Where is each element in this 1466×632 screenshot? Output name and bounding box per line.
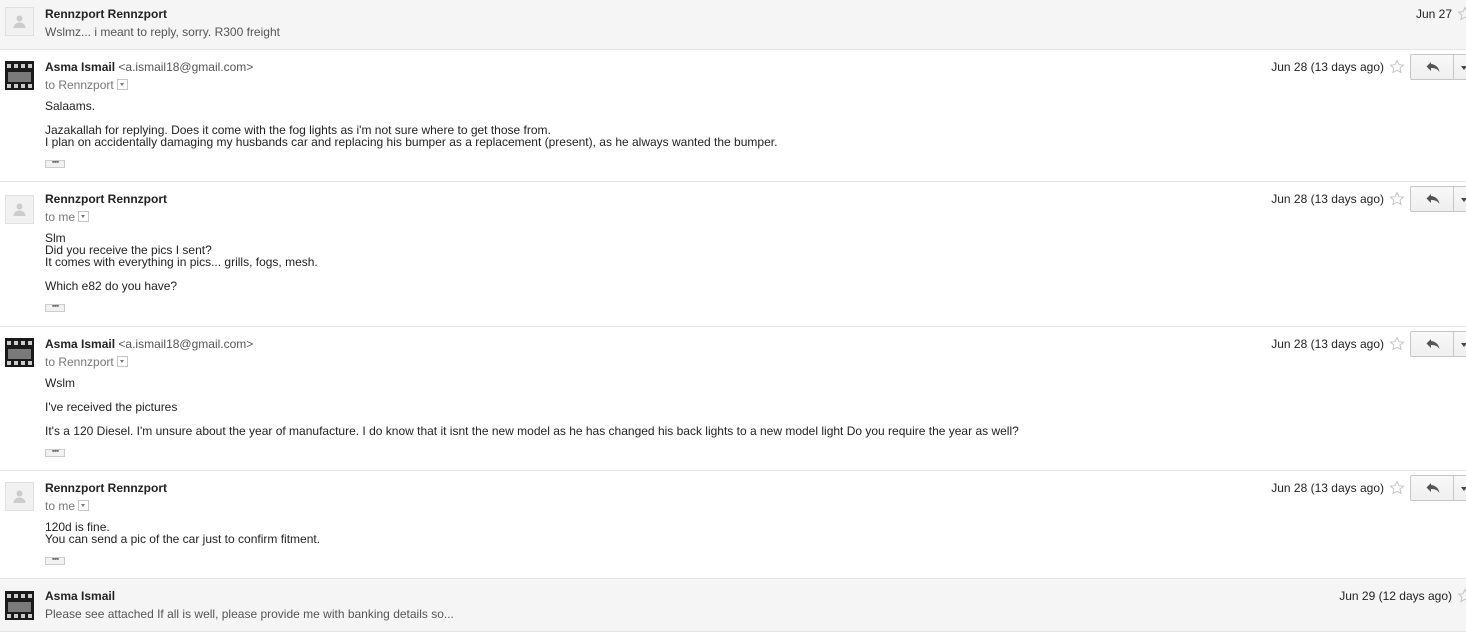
- avatar: [5, 7, 34, 36]
- recipient-line[interactable]: to me: [45, 499, 90, 513]
- avatar: [5, 195, 34, 224]
- avatar: [5, 482, 34, 511]
- star-icon[interactable]: [1457, 588, 1466, 604]
- message-date: Jun 28 (13 days ago): [1271, 337, 1384, 351]
- reply-button[interactable]: [1410, 54, 1454, 80]
- reply-button[interactable]: [1410, 186, 1454, 212]
- avatar-photo-icon: [5, 61, 34, 90]
- sender-email: <a.ismail18@gmail.com>: [118, 337, 254, 351]
- message-expanded: Asma Ismail <a.ismail18@gmail.com> to Re…: [0, 327, 1466, 471]
- reply-arrow-icon: [1426, 62, 1440, 72]
- more-actions-button[interactable]: [1453, 331, 1466, 357]
- sender-name: Asma Ismail <a.ismail18@gmail.com>: [45, 60, 254, 74]
- message-body: Slm Did you receive the pics I sent? It …: [45, 231, 318, 293]
- show-trimmed-content-button[interactable]: •••: [45, 557, 65, 565]
- recipient-details-dropdown[interactable]: [78, 211, 90, 222]
- show-trimmed-content-button[interactable]: •••: [45, 449, 65, 457]
- more-actions-button[interactable]: [1453, 54, 1466, 80]
- message-date: Jun 29 (12 days ago): [1339, 589, 1452, 603]
- sender-name: Rennzport Rennzport: [45, 481, 167, 495]
- avatar-photo-icon: [5, 338, 34, 367]
- star-icon[interactable]: [1389, 336, 1405, 352]
- more-actions-button[interactable]: [1453, 475, 1466, 501]
- message-snippet: Please see attached If all is well, plea…: [45, 607, 454, 621]
- star-icon[interactable]: [1389, 480, 1405, 496]
- message-collapsed[interactable]: Asma Ismail Please see attached If all i…: [0, 579, 1466, 632]
- show-trimmed-content-button[interactable]: •••: [45, 304, 65, 312]
- message-date: Jun 28 (13 days ago): [1271, 192, 1384, 206]
- avatar: [5, 338, 34, 367]
- person-icon: [13, 203, 26, 216]
- sender-name: Rennzport Rennzport: [45, 192, 167, 206]
- reply-arrow-icon: [1426, 483, 1440, 493]
- more-actions-button[interactable]: [1453, 186, 1466, 212]
- message-expanded: Rennzport Rennzport to me 120d is fine. …: [0, 471, 1466, 579]
- message-snippet: Wslmz... i meant to reply, sorry. R300 f…: [45, 25, 280, 39]
- recipient-line[interactable]: to Rennzport: [45, 355, 128, 369]
- star-icon[interactable]: [1457, 6, 1466, 22]
- message-date: Jun 27: [1415, 7, 1452, 21]
- recipient-details-dropdown[interactable]: [116, 356, 128, 367]
- message-collapsed[interactable]: Rennzport Rennzport Wslmz... i meant to …: [0, 0, 1466, 50]
- message-body: Salaams. Jazakallah for replying. Does i…: [45, 99, 778, 149]
- reply-arrow-icon: [1426, 194, 1440, 204]
- sender-name: Asma Ismail: [45, 589, 116, 603]
- message-body: Wslm I've received the pictures It's a 1…: [45, 376, 1019, 438]
- recipient-line[interactable]: to Rennzport: [45, 78, 128, 92]
- recipient-line[interactable]: to me: [45, 210, 90, 224]
- message-expanded: Rennzport Rennzport to me Slm Did you re…: [0, 182, 1466, 327]
- reply-button[interactable]: [1410, 331, 1454, 357]
- sender-email: <a.ismail18@gmail.com>: [118, 60, 254, 74]
- star-icon[interactable]: [1389, 59, 1405, 75]
- star-icon[interactable]: [1389, 191, 1405, 207]
- person-icon: [13, 15, 26, 28]
- sender-name: Asma Ismail <a.ismail18@gmail.com>: [45, 337, 254, 351]
- message-body: 120d is fine. You can send a pic of the …: [45, 520, 321, 546]
- reply-arrow-icon: [1426, 339, 1440, 349]
- recipient-details-dropdown[interactable]: [116, 79, 128, 90]
- avatar-photo-icon: [5, 591, 34, 620]
- message-date: Jun 28 (13 days ago): [1271, 481, 1384, 495]
- person-icon: [13, 490, 26, 503]
- avatar: [5, 591, 34, 620]
- show-trimmed-content-button[interactable]: •••: [45, 160, 65, 168]
- avatar: [5, 61, 34, 90]
- sender-name: Rennzport Rennzport: [45, 7, 167, 21]
- reply-button[interactable]: [1410, 475, 1454, 501]
- recipient-details-dropdown[interactable]: [78, 500, 90, 511]
- message-expanded: Asma Ismail <a.ismail18@gmail.com> to Re…: [0, 50, 1466, 182]
- message-date: Jun 28 (13 days ago): [1271, 60, 1384, 74]
